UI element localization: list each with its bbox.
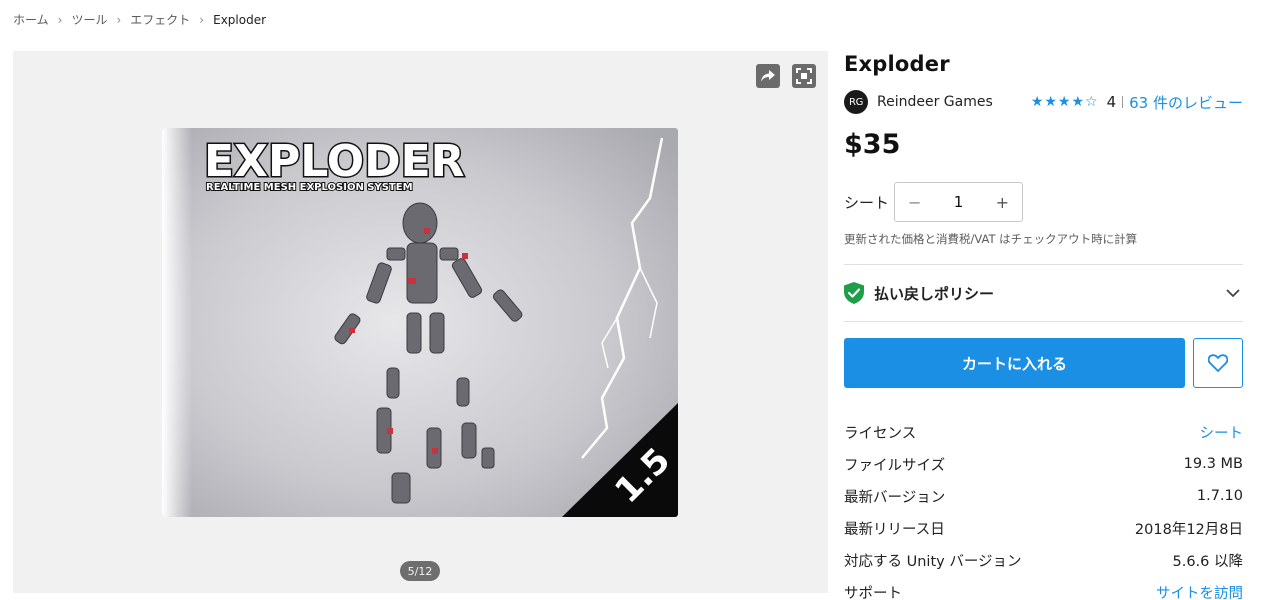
detail-key: サポート [844, 585, 902, 600]
shield-check-icon [844, 282, 864, 304]
image-title-text: EXPLODER [204, 136, 465, 187]
detail-key: 対応する Unity バージョン [844, 553, 1022, 570]
product-details: ライセンス シート ファイルサイズ 19.3 MB 最新バージョン 1.7.10… [844, 416, 1243, 600]
detail-row-release-date: 最新リリース日 2018年12月8日 [844, 512, 1243, 544]
detail-value: 1.7.10 [1196, 488, 1243, 504]
divider [1122, 96, 1124, 108]
detail-row-license: ライセンス シート [844, 416, 1243, 448]
visit-site-link[interactable]: サイトを訪問 [1156, 582, 1243, 600]
publisher-name-link[interactable]: Reindeer Games [877, 94, 993, 110]
detail-value: 5.6.6 以降 [1172, 553, 1243, 570]
breadcrumb: ホーム › ツール › エフェクト › Exploder [13, 11, 266, 28]
quantity-stepper: − 1 + [894, 182, 1024, 222]
product-title: Exploder [844, 52, 950, 76]
quantity-value[interactable]: 1 [954, 193, 964, 211]
detail-key: ファイルサイズ [844, 457, 946, 474]
image-subtitle-text: REALTIME MESH EXPLOSION SYSTEM [206, 182, 413, 193]
chevron-right-icon: › [57, 12, 63, 27]
breadcrumb-effects[interactable]: エフェクト [130, 11, 190, 28]
increment-button[interactable]: + [996, 193, 1009, 212]
reviews-link[interactable]: 63 件のレビュー [1129, 92, 1243, 113]
seat-label: シート [844, 193, 890, 212]
share-icon [761, 70, 775, 82]
wishlist-button[interactable] [1193, 338, 1243, 388]
detail-key: ライセンス [844, 425, 917, 442]
license-link[interactable]: シート [1200, 422, 1244, 443]
detail-key: 最新バージョン [844, 489, 946, 506]
detail-row-latest-version: 最新バージョン 1.7.10 [844, 480, 1243, 512]
divider [844, 321, 1243, 322]
fullscreen-button[interactable] [792, 64, 816, 88]
refund-policy-toggle[interactable]: 払い戻しポリシー [844, 279, 1243, 307]
detail-value: 2018年12月8日 [1134, 521, 1243, 538]
share-button[interactable] [756, 64, 780, 88]
add-to-cart-button[interactable]: カートに入れる [844, 338, 1185, 388]
rating: ★★★★☆ 4 63 件のレビュー [1031, 92, 1243, 113]
detail-row-unity-version: 対応する Unity バージョン 5.6.6 以降 [844, 544, 1243, 576]
heart-icon [1208, 354, 1228, 372]
detail-key: 最新リリース日 [844, 521, 945, 538]
chevron-down-icon [1226, 288, 1240, 297]
chevron-right-icon: › [116, 12, 122, 27]
breadcrumb-current: Exploder [213, 12, 267, 27]
star-rating-icon: ★★★★☆ [1030, 94, 1099, 110]
image-counter: 5/12 [400, 561, 440, 581]
image-gallery: EXPLODER REALTIME MESH EXPLOSION SYSTEM [13, 51, 828, 593]
product-image[interactable]: EXPLODER REALTIME MESH EXPLOSION SYSTEM [162, 128, 678, 517]
chevron-right-icon: › [199, 12, 205, 27]
detail-row-file-size: ファイルサイズ 19.3 MB [844, 448, 1243, 480]
seat-selector: シート − 1 + [844, 182, 1024, 222]
publisher-row: RG Reindeer Games ★★★★☆ 4 63 件のレビュー [844, 90, 1243, 114]
refund-policy-label: 払い戻しポリシー [874, 284, 995, 303]
decrement-button[interactable]: − [908, 193, 921, 212]
tax-note: 更新された価格と消費税/VAT はチェックアウト時に計算 [844, 232, 1138, 246]
breadcrumb-tools[interactable]: ツール [71, 11, 107, 28]
rating-number: 4 [1106, 93, 1117, 111]
breadcrumb-home[interactable]: ホーム [13, 11, 49, 28]
price: $35 [844, 129, 901, 160]
detail-row-support: サポート サイトを訪問 [844, 576, 1243, 600]
detail-value: 19.3 MB [1183, 456, 1243, 472]
publisher-avatar[interactable]: RG [844, 90, 868, 114]
divider [844, 264, 1243, 265]
fullscreen-icon [796, 68, 812, 84]
